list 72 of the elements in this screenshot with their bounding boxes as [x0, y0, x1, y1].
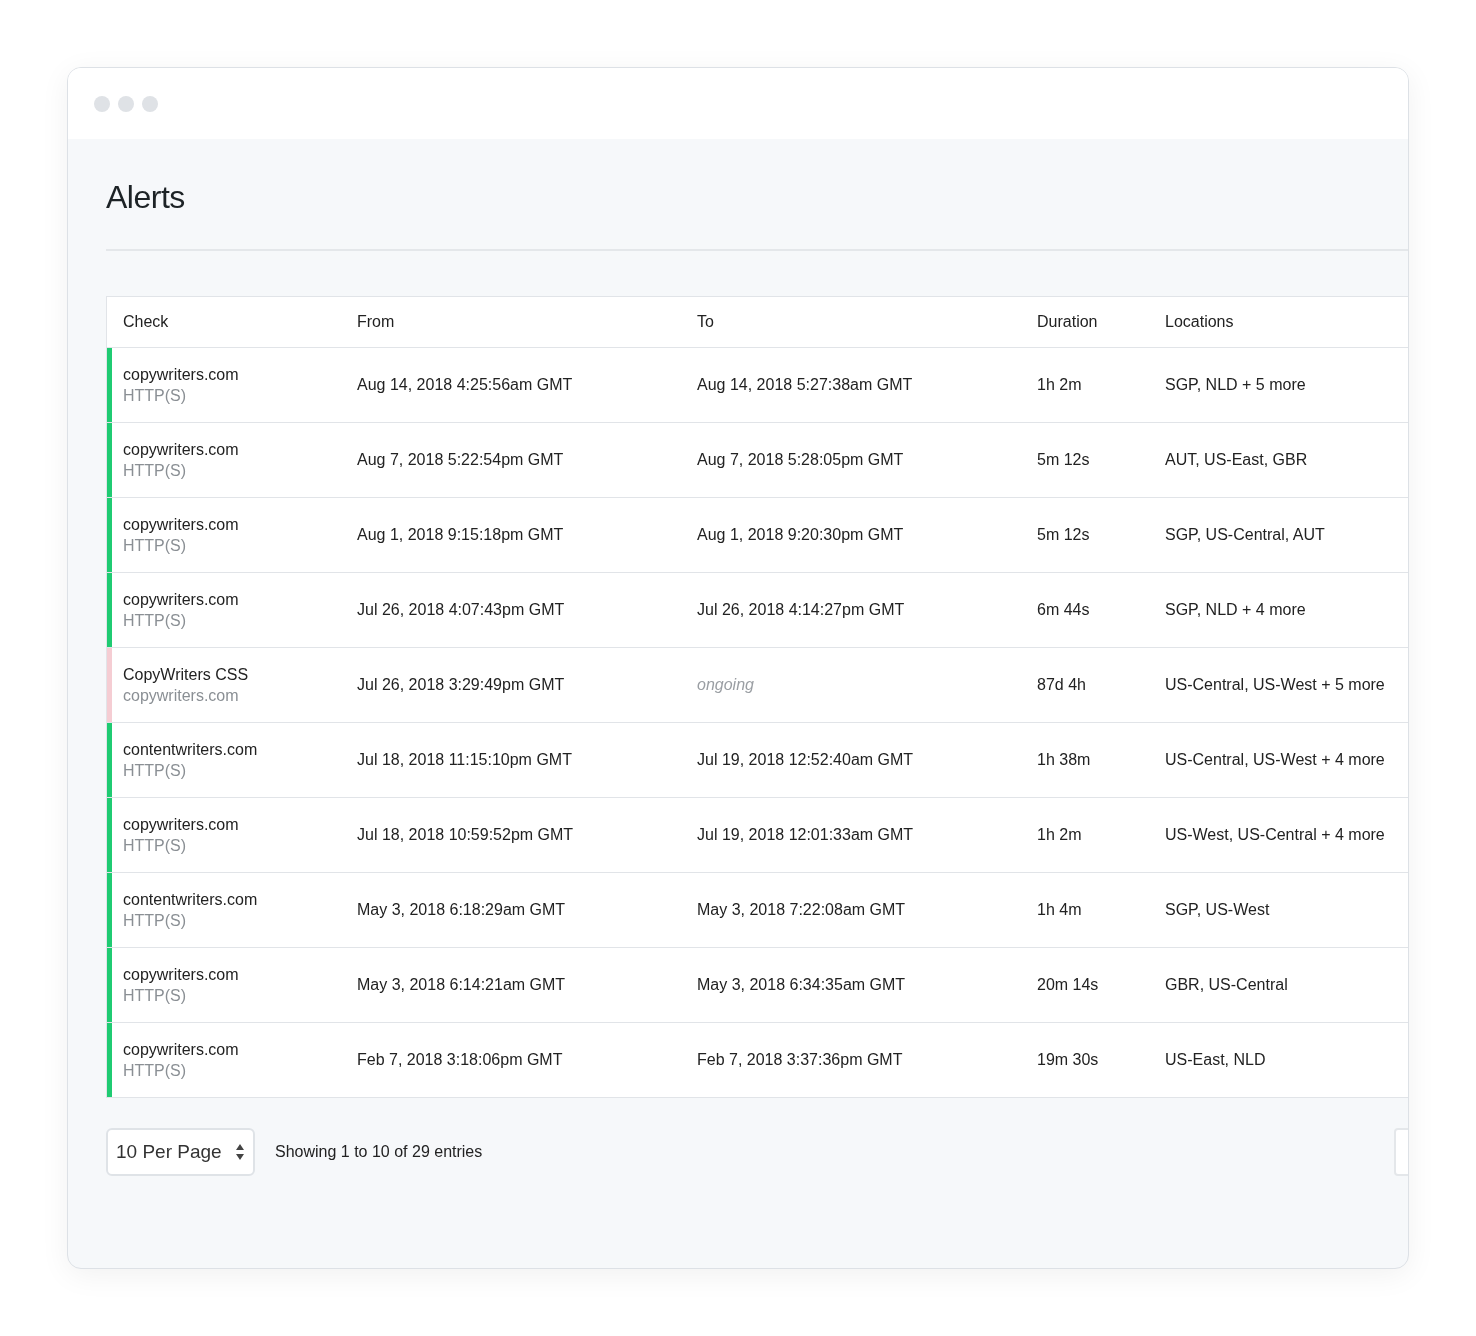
table-cell: AUT, US-East, GBR [1165, 451, 1308, 468]
table-cell: SGP, US-West [1165, 901, 1270, 918]
table-cell: GBR, US-Central [1165, 976, 1288, 993]
table-cell: SGP, US-Central, AUT [1165, 526, 1325, 543]
table-cell: US-East, NLD [1165, 1051, 1266, 1068]
page-title: Alerts [106, 178, 186, 217]
entries-summary: Showing 1 to 10 of 29 entries [275, 1143, 483, 1161]
table-cell: Aug 7, 2018 5:28:05pm GMT [697, 451, 904, 468]
table-cell: 20m 14s [1037, 976, 1099, 993]
table-cell: May 3, 2018 6:18:29am GMT [357, 901, 566, 918]
table-cell: Aug 1, 2018 9:20:30pm GMT [697, 526, 904, 543]
table-cell: Aug 14, 2018 5:27:38am GMT [697, 376, 913, 393]
column-header: Duration [1036, 313, 1099, 331]
table-cell: 1h 4m [1037, 901, 1082, 918]
check-type: HTTP(S) [123, 836, 188, 855]
window-control-icon[interactable] [94, 95, 110, 112]
table-cell: 6m 44s [1037, 601, 1090, 618]
table-cell: SGP, NLD + 4 more [1165, 601, 1306, 618]
table-cell: Jul 26, 2018 4:14:27pm GMT [697, 601, 905, 618]
check-type: copywriters.com [123, 686, 240, 705]
check-name[interactable]: contentwriters.com [123, 890, 341, 909]
table-cell: 19m 30s [1037, 1051, 1099, 1068]
check-name[interactable]: CopyWriters CSS [123, 665, 341, 684]
table-cell: SGP, NLD + 5 more [1165, 376, 1306, 393]
check-name[interactable]: copywriters.com [123, 815, 341, 834]
table-cell: US-Central, US-West + 5 more [1165, 676, 1385, 693]
window-control-icon[interactable] [118, 95, 134, 112]
table-cell: 5m 12s [1037, 526, 1090, 543]
table-cell: 87d 4h [1037, 676, 1086, 693]
table-cell: Jul 19, 2018 12:01:33am GMT [697, 826, 914, 843]
check-type: HTTP(S) [123, 611, 188, 630]
table-cell: Aug 1, 2018 9:15:18pm GMT [357, 526, 564, 543]
up-down-arrows-icon [235, 1143, 245, 1161]
check-name[interactable]: copywriters.com [123, 1040, 341, 1059]
column-header: Check [122, 313, 170, 331]
table-cell: Jul 18, 2018 11:15:10pm GMT [357, 751, 572, 768]
table-cell: Feb 7, 2018 3:37:36pm GMT [697, 1051, 903, 1068]
table-cell: 1h 2m [1037, 826, 1082, 843]
table-cell: 1h 38m [1037, 751, 1091, 768]
table-cell: Feb 7, 2018 3:18:06pm GMT [357, 1051, 563, 1068]
table-cell: US-West, US-Central + 4 more [1165, 826, 1385, 843]
table-cell: Aug 7, 2018 5:22:54pm GMT [357, 451, 564, 468]
table-cell: ongoing [697, 676, 754, 693]
check-name[interactable]: copywriters.com [123, 440, 341, 459]
check-type: HTTP(S) [123, 536, 188, 555]
check-name[interactable]: contentwriters.com [123, 740, 341, 759]
check-name[interactable]: copywriters.com [123, 515, 341, 534]
table-cell: May 3, 2018 6:34:35am GMT [697, 976, 906, 993]
table-cell: May 3, 2018 6:14:21am GMT [357, 976, 566, 993]
table-cell: Jul 26, 2018 3:29:49pm GMT [357, 676, 565, 693]
check-name[interactable]: copywriters.com [123, 590, 341, 609]
column-header: Locations [1164, 313, 1235, 331]
table-cell: 1h 2m [1037, 376, 1082, 393]
check-type: HTTP(S) [123, 761, 188, 780]
table-cell: Jul 18, 2018 10:59:52pm GMT [357, 826, 574, 843]
per-page-select[interactable]: 10 Per Page [106, 1128, 255, 1176]
column-header: To [696, 313, 715, 331]
check-type: HTTP(S) [123, 986, 188, 1005]
table-cell: US-Central, US-West + 4 more [1165, 751, 1385, 768]
table-cell: 5m 12s [1037, 451, 1090, 468]
window-control-icon[interactable] [142, 95, 158, 112]
check-name[interactable]: copywriters.com [123, 365, 341, 384]
check-type: HTTP(S) [123, 461, 188, 480]
check-type: HTTP(S) [123, 1061, 188, 1080]
check-type: HTTP(S) [123, 911, 188, 930]
table-cell: May 3, 2018 7:22:08am GMT [697, 901, 906, 918]
check-type: HTTP(S) [123, 386, 188, 405]
table-cell: Jul 26, 2018 4:07:43pm GMT [357, 601, 565, 618]
table-cell: Jul 19, 2018 12:52:40am GMT [697, 751, 914, 768]
table-cell: Aug 14, 2018 4:25:56am GMT [357, 376, 573, 393]
column-header: From [356, 313, 396, 331]
check-name[interactable]: copywriters.com [123, 965, 341, 984]
